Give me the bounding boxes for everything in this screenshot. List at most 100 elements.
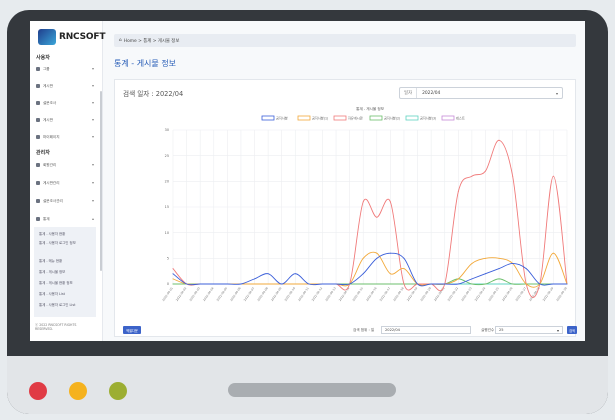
data-point [389, 252, 391, 254]
x-tick-label: 2022-04-25 [487, 286, 500, 302]
user-icon [36, 163, 40, 167]
data-point [484, 170, 486, 172]
sidebar-item-label: 게시판 [43, 83, 53, 88]
data-point [484, 257, 486, 259]
data-point [389, 201, 391, 203]
sidebar-item-board-admin[interactable]: 게시판관리 ▾ [36, 179, 94, 187]
data-point [471, 262, 473, 264]
rows-select[interactable]: 25 ▾ [495, 326, 563, 334]
x-tick-label: 2022-04-24 [474, 286, 487, 302]
sidebar-item-survey[interactable]: 설문조사 ▾ [36, 99, 94, 107]
sidebar-item-label: 그룹 [43, 66, 50, 71]
excel-download-button[interactable]: 엑셀다운 [123, 326, 141, 334]
legend-swatch [369, 115, 383, 121]
submenu-item[interactable]: 통계 - 사용자 로그인 List [39, 303, 95, 307]
legend-label: 공지사항 [276, 116, 288, 121]
submenu-item[interactable]: 통계 - 게시물 정보 [39, 270, 95, 274]
data-point [457, 191, 459, 193]
data-point [362, 273, 364, 275]
period-input[interactable]: 2022/04 [381, 326, 471, 334]
sidebar-item-group[interactable]: 그룹 ▾ [36, 65, 94, 73]
data-point [539, 283, 541, 285]
chevron-down-icon: ▾ [91, 162, 94, 167]
data-point [389, 283, 391, 285]
x-tick-label: 2022-04-15 [351, 286, 364, 302]
x-tick-label: 2022-04-29 [542, 286, 555, 302]
submenu-item[interactable]: 통계 - 메뉴 현황 [39, 259, 95, 263]
brand-name: RNCSOFT [59, 32, 106, 42]
data-point [552, 175, 554, 177]
submenu-item[interactable]: 통계 - 게시물 현황 정보 [39, 281, 95, 285]
data-point [335, 283, 337, 285]
sidebar-item-board-2[interactable]: 게시판 ▾ [36, 116, 94, 124]
data-point [376, 257, 378, 259]
data-point [172, 268, 174, 270]
data-point [362, 283, 364, 285]
chevron-down-icon: ▾ [91, 180, 94, 185]
brand-logo[interactable]: RNCSOFT [38, 29, 105, 45]
date-select[interactable]: 일자 2022/04 ▾ [399, 87, 563, 99]
sidebar-item-statistics[interactable]: 통계 ▴ [36, 215, 94, 223]
submenu-item[interactable]: 통계 - 사용자 List [39, 292, 95, 296]
data-point [498, 257, 500, 259]
data-point [471, 278, 473, 280]
data-point [457, 278, 459, 280]
data-point [213, 283, 215, 285]
x-tick-label: 2022-04-05 [216, 286, 229, 302]
sidebar-item-survey-admin[interactable]: 설문조사관리 ▾ [36, 197, 94, 205]
statistics-submenu: 통계 - 사용자 현황 통계 - 사용자 로그인 정보 통계 - 메뉴 현황 통… [34, 227, 96, 317]
legend-swatch [441, 115, 455, 121]
legend-label: 공지사항(1) [312, 116, 328, 121]
green-dot-icon [109, 382, 127, 400]
date-select-label: 일자 [400, 88, 418, 98]
data-point [172, 283, 174, 285]
chevron-down-icon: ▾ [91, 117, 94, 122]
chevron-down-icon: ▾ [556, 327, 559, 333]
data-point [484, 283, 486, 285]
x-tick-label: 2022-04-30 [555, 286, 568, 302]
submenu-item[interactable]: 통계 - 사용자 로그인 정보 [39, 241, 95, 245]
x-tick-label: 2022-04-22 [447, 286, 460, 302]
x-tick-label: 2022-04-14 [338, 286, 351, 302]
data-point [525, 268, 527, 270]
data-point [512, 175, 514, 177]
sidebar-item-mypage[interactable]: 마이페이지 ▾ [36, 133, 94, 141]
yellow-dot-icon [69, 382, 87, 400]
data-point [498, 268, 500, 270]
data-point [512, 283, 514, 285]
x-tick-label: 2022-04-20 [419, 286, 432, 302]
data-point [240, 283, 242, 285]
search-button[interactable]: 검색 [567, 326, 577, 334]
y-tick-label: 20 [165, 180, 169, 184]
sidebar-item-label: 통계 [43, 216, 50, 221]
sidebar-item-board[interactable]: 게시판 ▾ [36, 82, 94, 90]
y-tick-label: 10 [165, 231, 169, 235]
chart-card: 검색 일자 : 2022/04 일자 2022/04 ▾ 통계 - 게시물 정보… [114, 79, 577, 338]
legend-label: 테스트 [456, 116, 465, 121]
data-point [362, 201, 364, 203]
data-point [457, 283, 459, 285]
legend-swatch [261, 115, 275, 121]
home-icon[interactable]: ⌂ [119, 38, 122, 43]
chevron-down-icon: ▾ [91, 83, 94, 88]
chart-title: 통계 - 게시물 정보 [356, 106, 385, 111]
x-tick-label: 2022-04-09 [270, 286, 283, 302]
data-point [403, 268, 405, 270]
chart-footer: 엑셀다운 검색 범위 : 일 2022/04 실행건수 25 ▾ 검색 [115, 318, 577, 338]
app-window: RNCSOFT 사용자 그룹 ▾ 게시판 ▾ 설문조사 ▾ 게시판 ▾ 마이페이지 ▾ 관… [30, 21, 585, 341]
x-tick-label: 2022-04-21 [433, 286, 446, 302]
progress-pill [228, 383, 396, 397]
data-point [471, 175, 473, 177]
x-tick-label: 2022-04-04 [202, 286, 215, 302]
submenu-item[interactable]: 통계 - 사용자 현황 [39, 232, 95, 236]
chevron-down-icon: ▾ [91, 134, 94, 139]
chevron-down-icon: ▾ [91, 198, 94, 203]
x-tick-label: 2022-04-26 [501, 286, 514, 302]
x-tick-label: 2022-04-11 [297, 286, 310, 302]
data-point [281, 283, 283, 285]
section-admin-title: 관리자 [36, 150, 50, 156]
x-tick-label: 2022-04-12 [311, 286, 324, 302]
sidebar-scrollbar[interactable] [100, 91, 102, 271]
data-point [471, 283, 473, 285]
sidebar-item-members[interactable]: 회원관리 ▾ [36, 161, 94, 169]
